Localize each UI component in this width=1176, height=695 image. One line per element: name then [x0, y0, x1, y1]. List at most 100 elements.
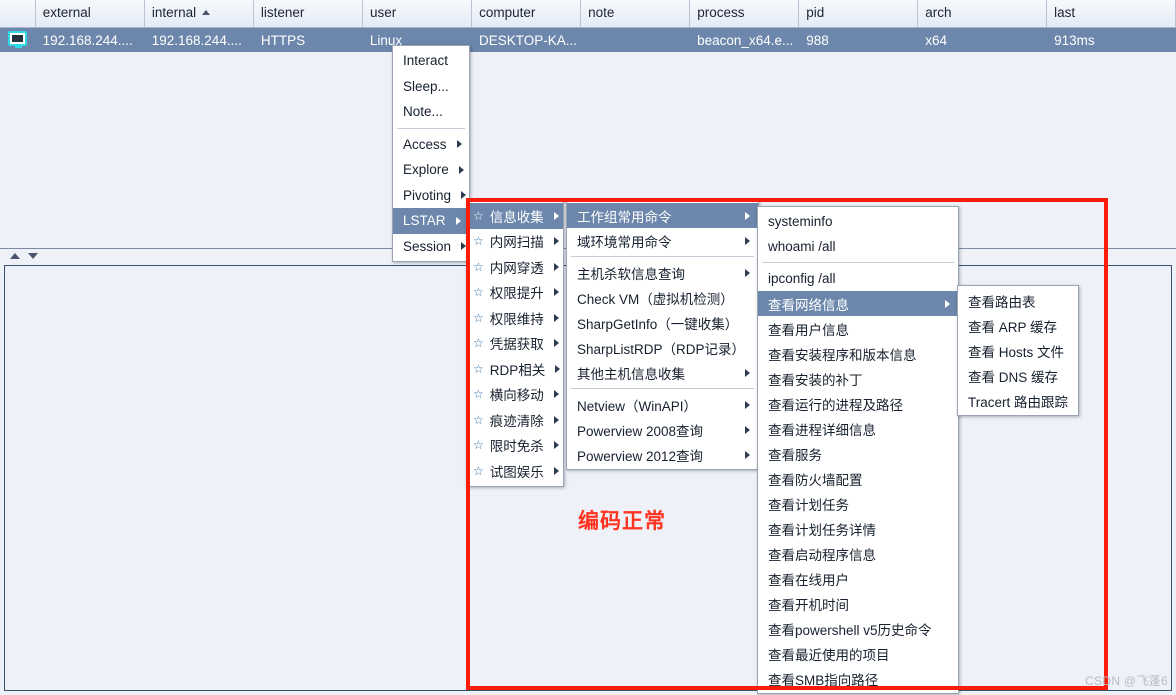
workgroup-commands-submenu[interactable]: systeminfo whoami /all ipconfig /all 查看网络信息…: [757, 206, 959, 694]
menu-item-label: 查看计划任务: [768, 497, 849, 513]
menu-item[interactable]: ☆ 内网扫描: [467, 229, 563, 255]
menu-item[interactable]: 查看网络信息: [758, 291, 958, 316]
menu-item[interactable]: 查看运行的进程及路径: [758, 391, 958, 416]
menu-item[interactable]: 查看路由表: [958, 288, 1078, 313]
table-column-header-label: note: [588, 5, 615, 20]
collapse-up-icon[interactable]: [10, 253, 20, 259]
table-column-header-last[interactable]: last: [1047, 0, 1176, 27]
menu-item[interactable]: SharpListRDP（RDP记录）: [567, 335, 758, 360]
menu-item[interactable]: Check VM（虚拟机检测）: [567, 285, 758, 310]
collapse-down-icon[interactable]: [28, 253, 38, 259]
menu-item[interactable]: 查看进程详细信息: [758, 416, 958, 441]
menu-item-label: LSTAR: [403, 213, 446, 229]
menu-item[interactable]: 主机杀软信息查询: [567, 260, 758, 285]
menu-item[interactable]: Interact: [393, 48, 469, 74]
menu-item[interactable]: 查看防火墙配置: [758, 466, 958, 491]
network-info-submenu[interactable]: 查看路由表 查看 ARP 缓存 查看 Hosts 文件 查看 DNS 缓存 Tracer…: [957, 285, 1079, 416]
table-column-header-external[interactable]: external: [35, 0, 145, 27]
table-column-header-listener[interactable]: listener: [253, 0, 363, 27]
menu-item[interactable]: ☆ 权限提升: [467, 280, 563, 306]
menu-item[interactable]: 查看安装程序和版本信息: [758, 341, 958, 366]
annotation-note: 编码正常: [578, 510, 666, 533]
submenu-arrow-icon: [745, 425, 750, 434]
menu-item[interactable]: 查看安装的补丁: [758, 366, 958, 391]
menu-item[interactable]: 查看powershell v5历史命令: [758, 616, 958, 641]
menu-item-label: Tracert 路由跟踪: [968, 394, 1069, 410]
menu-item[interactable]: Powerview 2012查询: [567, 442, 758, 467]
lstar-submenu[interactable]: ☆ 信息收集 ☆ 内网扫描 ☆ 内网穿透 ☆ 权限提升 ☆ 权限维持 ☆ 凭据获取 ☆ RDP相关 ☆ 横向移…: [466, 200, 564, 487]
submenu-arrow-icon: [461, 191, 467, 200]
table-cell-process: beacon_x64.e...: [697, 32, 794, 48]
table-column-header-label: listener: [260, 5, 305, 20]
beacon-context-menu[interactable]: Interact Sleep... Note... Access Explore Pivo…: [392, 45, 470, 262]
menu-item[interactable]: 查看开机时间: [758, 591, 958, 616]
table-column-header-internal[interactable]: internal: [144, 0, 254, 27]
table-column-header-computer[interactable]: computer: [472, 0, 582, 27]
submenu-arrow-icon: [745, 400, 750, 409]
table-column-header-process[interactable]: process: [690, 0, 800, 27]
menu-item[interactable]: Pivoting: [393, 183, 469, 209]
menu-item[interactable]: Sleep...: [393, 74, 469, 100]
menu-item[interactable]: ☆ 痕迹清除: [467, 407, 563, 433]
menu-item[interactable]: 查看计划任务详情: [758, 516, 958, 541]
table-column-header-label: arch: [925, 5, 952, 20]
menu-item[interactable]: 查看最近使用的项目: [758, 641, 958, 666]
submenu-arrow-icon: [553, 390, 559, 399]
menu-item-label: 查看网络信息: [768, 297, 849, 313]
menu-item[interactable]: ☆ 试图娱乐: [467, 458, 563, 484]
submenu-arrow-icon: [553, 441, 559, 450]
star-icon: ☆: [473, 310, 484, 325]
menu-item[interactable]: 查看 DNS 缓存: [958, 363, 1078, 388]
submenu-arrow-icon: [458, 165, 464, 174]
menu-item[interactable]: LSTAR: [393, 208, 469, 234]
menu-item[interactable]: systeminfo: [758, 209, 958, 234]
menu-item[interactable]: 工作组常用命令: [567, 203, 758, 228]
menu-item[interactable]: ☆ 内网穿透: [467, 254, 563, 280]
menu-item[interactable]: Access: [393, 132, 469, 158]
menu-item[interactable]: 查看SMB指向路径: [758, 666, 958, 691]
table-column-header-pid[interactable]: pid: [799, 0, 919, 27]
menu-item-label: Check VM（虚拟机检测）: [577, 291, 734, 307]
table-cell-pid: 988: [806, 32, 829, 48]
menu-item-label: 限时免杀: [489, 439, 544, 455]
menu-item[interactable]: ☆ 横向移动: [467, 382, 563, 408]
table-cell-listener: HTTPS: [260, 32, 306, 48]
table-column-header-user[interactable]: user: [362, 0, 473, 27]
menu-item[interactable]: ☆ 限时免杀: [467, 433, 563, 459]
table-column-header-icon: [0, 0, 36, 27]
menu-item[interactable]: Powerview 2008查询: [567, 417, 758, 442]
table-cell-internal: 192.168.244....: [151, 32, 242, 48]
info-gathering-submenu[interactable]: 工作组常用命令 域环境常用命令 主机杀软信息查询 Check VM（虚拟机检测） Sha…: [566, 200, 759, 470]
menu-item[interactable]: 域环境常用命令: [567, 228, 758, 253]
menu-item-label: 内网穿透: [489, 260, 544, 276]
menu-item[interactable]: 查看用户信息: [758, 316, 958, 341]
submenu-arrow-icon: [553, 237, 559, 246]
table-column-header-label: process: [697, 5, 745, 20]
table-header-row: external internal listener user computer note…: [0, 0, 1176, 28]
menu-item[interactable]: Explore: [393, 157, 469, 183]
menu-item[interactable]: 其他主机信息收集: [567, 360, 758, 385]
menu-item[interactable]: 查看 ARP 缓存: [958, 313, 1078, 338]
menu-item[interactable]: 查看计划任务: [758, 491, 958, 516]
menu-item[interactable]: Netview（WinAPI）: [567, 392, 758, 417]
menu-item[interactable]: SharpGetInfo（一键收集）: [567, 310, 758, 335]
menu-item-label: 查看服务: [768, 447, 822, 463]
menu-item[interactable]: ☆ 信息收集: [467, 203, 563, 229]
menu-item[interactable]: whoami /all: [758, 234, 958, 259]
menu-item[interactable]: Session: [393, 234, 469, 260]
menu-item[interactable]: ipconfig /all: [758, 266, 958, 291]
menu-item[interactable]: ☆ RDP相关: [467, 356, 563, 382]
table-cell-arch: x64: [925, 32, 947, 48]
menu-item[interactable]: 查看服务: [758, 441, 958, 466]
menu-item[interactable]: 查看 Hosts 文件: [958, 338, 1078, 363]
table-row[interactable]: 192.168.244.... 192.168.244.... HTTPS Linux…: [0, 28, 1176, 52]
table-column-header-note[interactable]: note: [581, 0, 691, 27]
menu-item-label: 痕迹清除: [489, 413, 544, 429]
menu-item[interactable]: ☆ 权限维持: [467, 305, 563, 331]
menu-item[interactable]: Note...: [393, 99, 469, 125]
menu-item[interactable]: ☆ 凭据获取: [467, 331, 563, 357]
menu-item[interactable]: 查看在线用户: [758, 566, 958, 591]
menu-item[interactable]: 查看启动程序信息: [758, 541, 958, 566]
table-column-header-arch[interactable]: arch: [918, 0, 1048, 27]
menu-item[interactable]: Tracert 路由跟踪: [958, 388, 1078, 413]
